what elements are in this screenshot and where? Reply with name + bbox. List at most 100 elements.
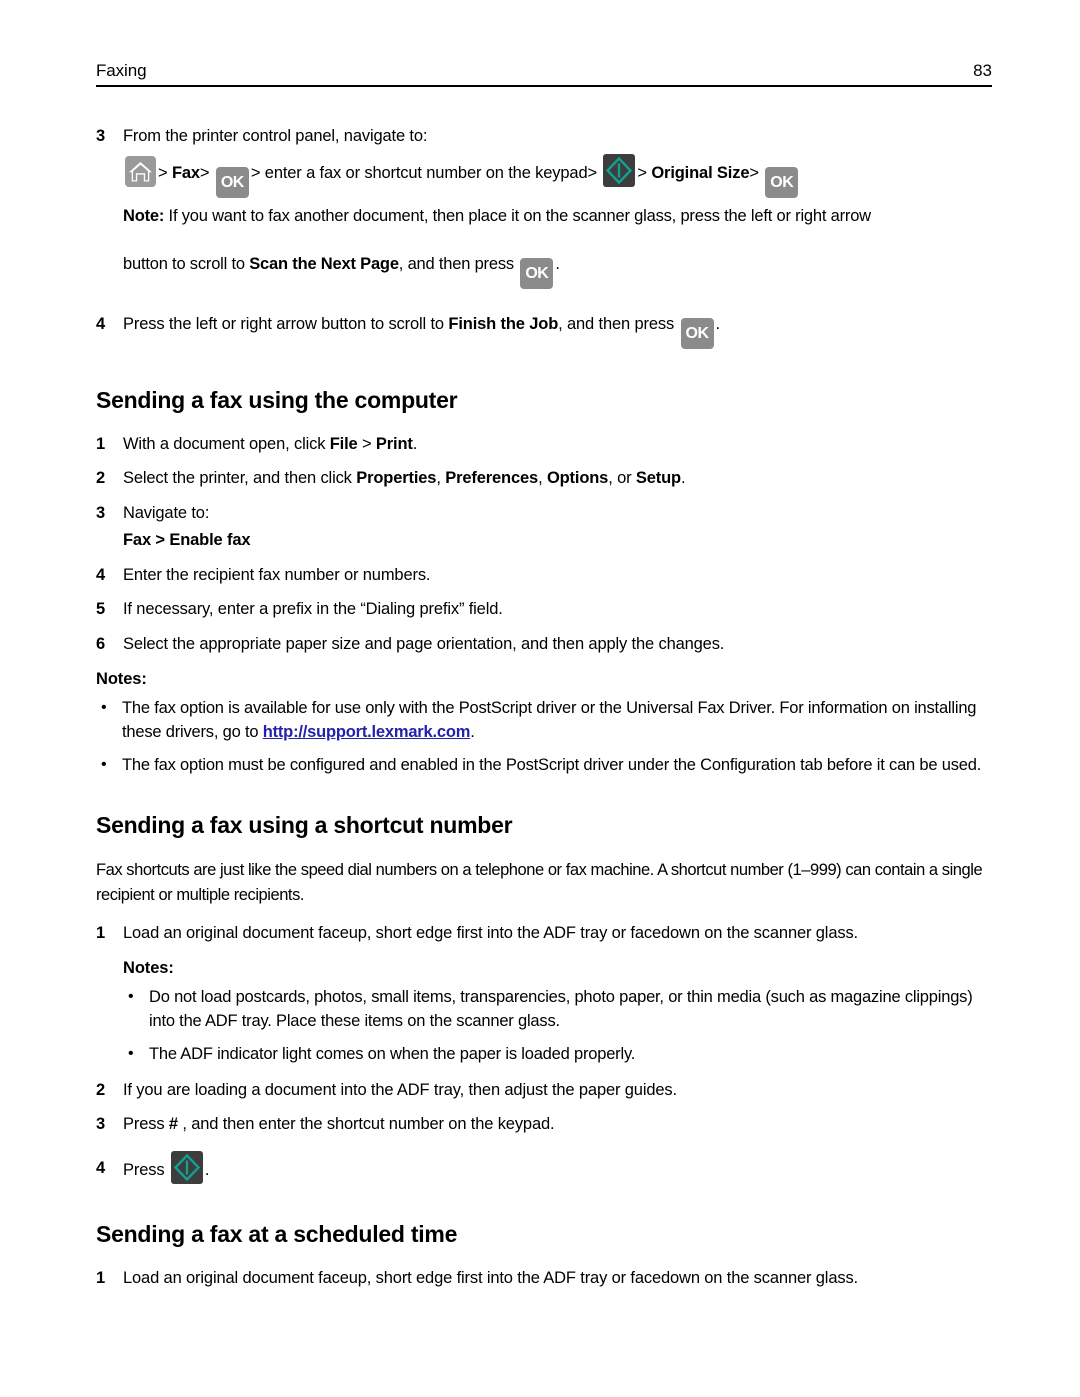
note-list-item: The fax option is available for use only… [96,696,996,745]
step-text-b: , and then press [558,315,679,334]
step-number: 3 [96,503,106,522]
menu-item-finish-the-job: Finish the Job [448,315,559,334]
nav-label-fax: Fax [123,531,151,550]
step-text: Enter the recipient fax number or number… [123,566,431,585]
step-text: Select the printer, and then click Prope… [123,467,996,490]
step-number: 1 [96,923,106,942]
nav-label-fax: Fax [171,164,200,183]
nav-separator: > [637,164,647,183]
step-item: 2 If you are loading a document into the… [96,1079,996,1102]
nav-separator: > [158,164,168,183]
step-text: Select the appropriate paper size and pa… [123,634,725,653]
submit-icon[interactable] [603,154,636,188]
section-heading-computer: Sending a fax using the computer [96,387,458,414]
note-list-item: Do not load postcards, photos, small ite… [123,985,996,1034]
step-number: 6 [96,634,106,653]
nav-separator: > [357,434,376,453]
step-item: 4 Enter the recipient fax number or numb… [96,564,996,587]
step-number: 2 [96,1081,106,1099]
step-text: Load an original document faceup, short … [123,923,858,942]
ok-button-icon[interactable]: OK [765,167,799,199]
step-text: With a document open, click File > Print… [123,433,996,456]
step-number: 4 [96,315,106,334]
menu-item-print: Print [375,434,413,453]
step-text-b: , and then enter the shortcut number on … [177,1115,555,1134]
notes-label: Notes: [96,670,147,689]
step-text: Press the left or right arrow button to … [123,307,996,350]
page-header: Faxing 83 [96,61,992,87]
nav-instruction-text: enter a fax or shortcut number on the ke… [264,164,588,183]
note-text: The fax option is available for use only… [122,699,977,742]
note-text-end: . [470,723,475,742]
section-intro-paragraph: Fax shortcuts are just like the speed di… [96,860,983,904]
step-text: Navigate to: [123,503,210,522]
navigation-path-enable-fax: Fax > Enable fax [123,531,996,550]
home-icon[interactable] [125,156,156,188]
notes-label: Notes: [123,959,174,978]
nav-separator: > [199,164,210,183]
step-item: 1 With a document open, click File > Pri… [96,433,996,456]
menu-item-scan-next-page: Scan the Next Page [249,255,399,274]
step-text-b: . [204,1160,210,1179]
step-item: 3 Navigate to: [96,502,996,525]
step-number: 3 [96,1115,106,1134]
note-list-item: The fax option must be configured and en… [96,753,996,778]
note-text-b: , and then press [398,255,519,274]
step-item: 3 From the printer control panel, naviga… [96,125,996,148]
nav-separator: > [749,164,759,183]
step-item: 2 Select the printer, and then click Pro… [96,467,996,490]
step-text: From the printer control panel, navigate… [123,127,428,145]
section-heading-shortcut: Sending a fax using a shortcut number [96,812,513,839]
ok-button-icon[interactable]: OK [215,167,249,199]
step-text-fragment: , or [608,469,636,488]
note-text: The fax option must be configured and en… [122,756,982,775]
menu-item-options: Options [546,469,609,488]
step-item: 1 Load an original document faceup, shor… [96,1267,996,1290]
document-page: Faxing 83 3 From the printer control pan… [0,0,1080,1397]
step-number: 3 [96,127,106,145]
menu-item-preferences: Preferences [445,469,539,488]
hash-key-label: # [168,1115,178,1134]
support-site-link[interactable]: http://support.lexmark.com [263,723,471,741]
note-list-item: The ADF indicator light comes on when th… [123,1042,996,1067]
ok-button-icon[interactable]: OK [520,258,554,290]
ok-button-icon[interactable]: OK [680,318,714,350]
step-text-c: . [715,315,721,334]
step-text-fragment: , [436,469,446,488]
nav-label-original-size: Original Size [651,164,750,183]
page-number: 83 [973,61,992,80]
step-text: Press # , and then enter the shortcut nu… [123,1113,996,1136]
step-number: 1 [96,1269,106,1288]
page-content: 3 From the printer control panel, naviga… [96,125,996,1302]
nav-separator: > [150,531,170,550]
note-text: If you want to fax another document, the… [164,207,872,226]
submit-icon[interactable] [170,1150,203,1184]
nav-separator: > [250,164,261,183]
step-text-a: Press the left or right arrow button to … [123,315,449,334]
step-text: Load an original document faceup, short … [123,1269,858,1288]
header-chapter-title: Faxing [96,61,147,80]
note-paragraph-line1: Note: If you want to fax another documen… [123,204,996,229]
menu-item-setup: Setup [635,469,681,488]
step-text-a: Press [123,1115,169,1134]
step-text-fragment: Select the printer, and then click [123,469,357,488]
step-item: 1 Load an original document faceup, shor… [96,922,996,945]
step-number: 5 [96,600,106,619]
step-number: 4 [96,1158,106,1177]
step-item: 4 Press the left or right arrow button t… [96,307,996,350]
step-text-fragment: , [538,469,547,488]
step-text-fragment: . [412,434,418,453]
step-text: If necessary, enter a prefix in the “Dia… [123,600,503,619]
section-heading-scheduled: Sending a fax at a scheduled time [96,1221,458,1248]
menu-item-file: File [329,434,358,453]
note-text-a: button to scroll to [123,255,250,274]
control-panel-navigation-path: > Fax> OK> enter a fax or shortcut numbe… [123,154,996,199]
step-text: If you are loading a document into the A… [123,1081,677,1099]
step-text-a: Press [123,1160,169,1179]
step-item: 6 Select the appropriate paper size and … [96,633,996,656]
step-number: 4 [96,566,106,585]
notes-list: Do not load postcards, photos, small ite… [123,985,996,1067]
notes-list: The fax option is available for use only… [96,696,996,778]
menu-item-properties: Properties [356,469,437,488]
step-text-fragment: With a document open, click [123,434,330,453]
